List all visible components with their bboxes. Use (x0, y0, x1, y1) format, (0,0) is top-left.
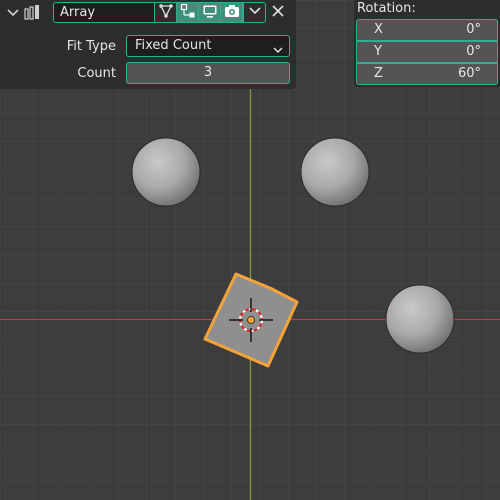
fit-type-select[interactable]: Fixed Count (126, 35, 290, 57)
rotation-z-value: 60° (457, 66, 481, 81)
remove-modifier-button[interactable] (268, 3, 288, 23)
edit-mode-icon (158, 3, 174, 23)
fit-type-label: Fit Type (66, 39, 116, 54)
rotation-x-label: X (374, 22, 383, 37)
camera-icon (224, 3, 240, 23)
rotation-y-value: 0° (466, 44, 481, 59)
array-sphere-2[interactable] (300, 137, 370, 207)
array-modifier-panel: Array Fit Type Fixed Count Count 3 (0, 0, 296, 89)
rotation-x-field[interactable]: X 0° (356, 19, 498, 41)
rotation-x-value: 0° (466, 22, 481, 37)
monitor-icon (202, 3, 218, 23)
on-cage-toggle[interactable] (176, 2, 199, 23)
modifier-header: Array (0, 0, 296, 26)
modifier-extras-dropdown[interactable] (243, 2, 266, 23)
count-field[interactable]: 3 (126, 62, 290, 84)
count-label: Count (77, 66, 116, 81)
array-modifier-icon (24, 4, 42, 20)
array-sphere-3[interactable] (385, 284, 455, 354)
rotation-panel: Rotation: X 0° Y 0° Z 60° (354, 0, 500, 87)
render-toggle[interactable] (220, 2, 243, 23)
chevron-down-icon (248, 4, 262, 22)
chevron-down-icon (273, 42, 283, 62)
modifier-name-input[interactable]: Array (53, 2, 154, 23)
rotation-title: Rotation: (357, 1, 416, 16)
fit-type-value: Fixed Count (135, 38, 212, 53)
rotation-y-field[interactable]: Y 0° (356, 41, 498, 63)
rotation-z-label: Z (374, 66, 383, 81)
rotation-y-label: Y (374, 44, 382, 59)
cage-icon (180, 3, 196, 23)
chevron-down-icon[interactable] (6, 3, 20, 21)
array-sphere-1[interactable] (131, 137, 201, 207)
viewport-toggle[interactable] (198, 2, 221, 23)
edit-mode-toggle[interactable] (154, 2, 177, 23)
close-icon (271, 4, 285, 22)
rotation-z-field[interactable]: Z 60° (356, 63, 498, 85)
